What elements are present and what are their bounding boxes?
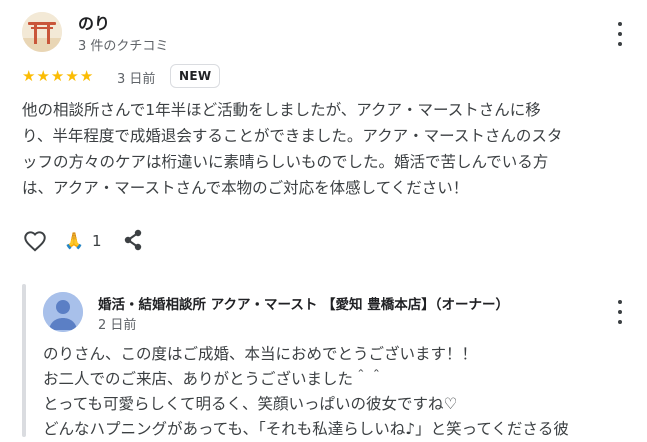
more-vert-icon[interactable] [610,300,630,324]
owner-avatar [43,292,83,332]
review-text-line: ッフの方々のケアは桁違いに素晴らしいものでした。婚活で苦しんでいる方 [22,153,549,171]
owner-reply-date: 2 日前 [98,318,137,333]
owner-name: 婚活・結婚相談所 アクア・マースト 【愛知 豊橋本店】（オーナー） [98,297,509,313]
reply-text-line: どんなハプニングがあっても、「それも私達らしいね♪」と笑ってくださる彼 [43,420,569,438]
like-button[interactable] [22,228,48,254]
reply-text-line: とっても可愛らしくて明るく、笑顔いっぱいの彼女ですね♡ [43,395,458,413]
star-icon: ★ [65,67,79,85]
reaction-count: 1 [92,232,102,250]
share-icon [124,229,142,251]
person-icon [43,292,83,332]
new-badge: NEW [170,64,221,88]
review-text-line: り、半年程度で成婚退会することができました。アクア・マーストさんのスタ [22,127,563,145]
owner-reply-text: のりさん、この度はご成婚、本当におめでとうございます！！ お二人でのご来店、あり… [43,342,643,442]
torii-gate-icon [22,12,62,52]
reviewer-name[interactable]: のり [78,10,110,34]
heart-icon [24,231,46,252]
star-icon: ★ [50,67,65,85]
star-icon: ★ [79,67,94,85]
reply-text-line: のりさん、この度はご成婚、本当におめでとうございます！！ [43,345,478,363]
share-button[interactable] [122,228,144,252]
reviewer-review-count: 3 件のクチコミ [78,39,169,54]
review-text-line: 他の相談所さんで1年半ほど活動をしましたが、アクア・マーストさんに移 [22,101,541,119]
star-icon: ★ [22,67,36,85]
review-date: 3 日前 [117,72,156,87]
review-text-line: は、アクア・マーストさんで本物のご対応を体感してください！ [22,179,469,197]
review-text: 他の相談所さんで1年半ほど活動をしましたが、アクア・マーストさんに移 り、半年程… [22,97,622,201]
star-rating: ★ ★ ★ ★ ★ [22,67,93,85]
reply-text-line: お二人でのご来店、ありがとうございました＾＾ [43,370,385,388]
reply-divider [22,284,26,437]
more-vert-icon[interactable] [610,22,630,46]
reviewer-avatar[interactable] [22,12,62,52]
star-icon: ★ [36,67,50,85]
praying-hands-icon[interactable]: 🙏 [64,231,84,251]
